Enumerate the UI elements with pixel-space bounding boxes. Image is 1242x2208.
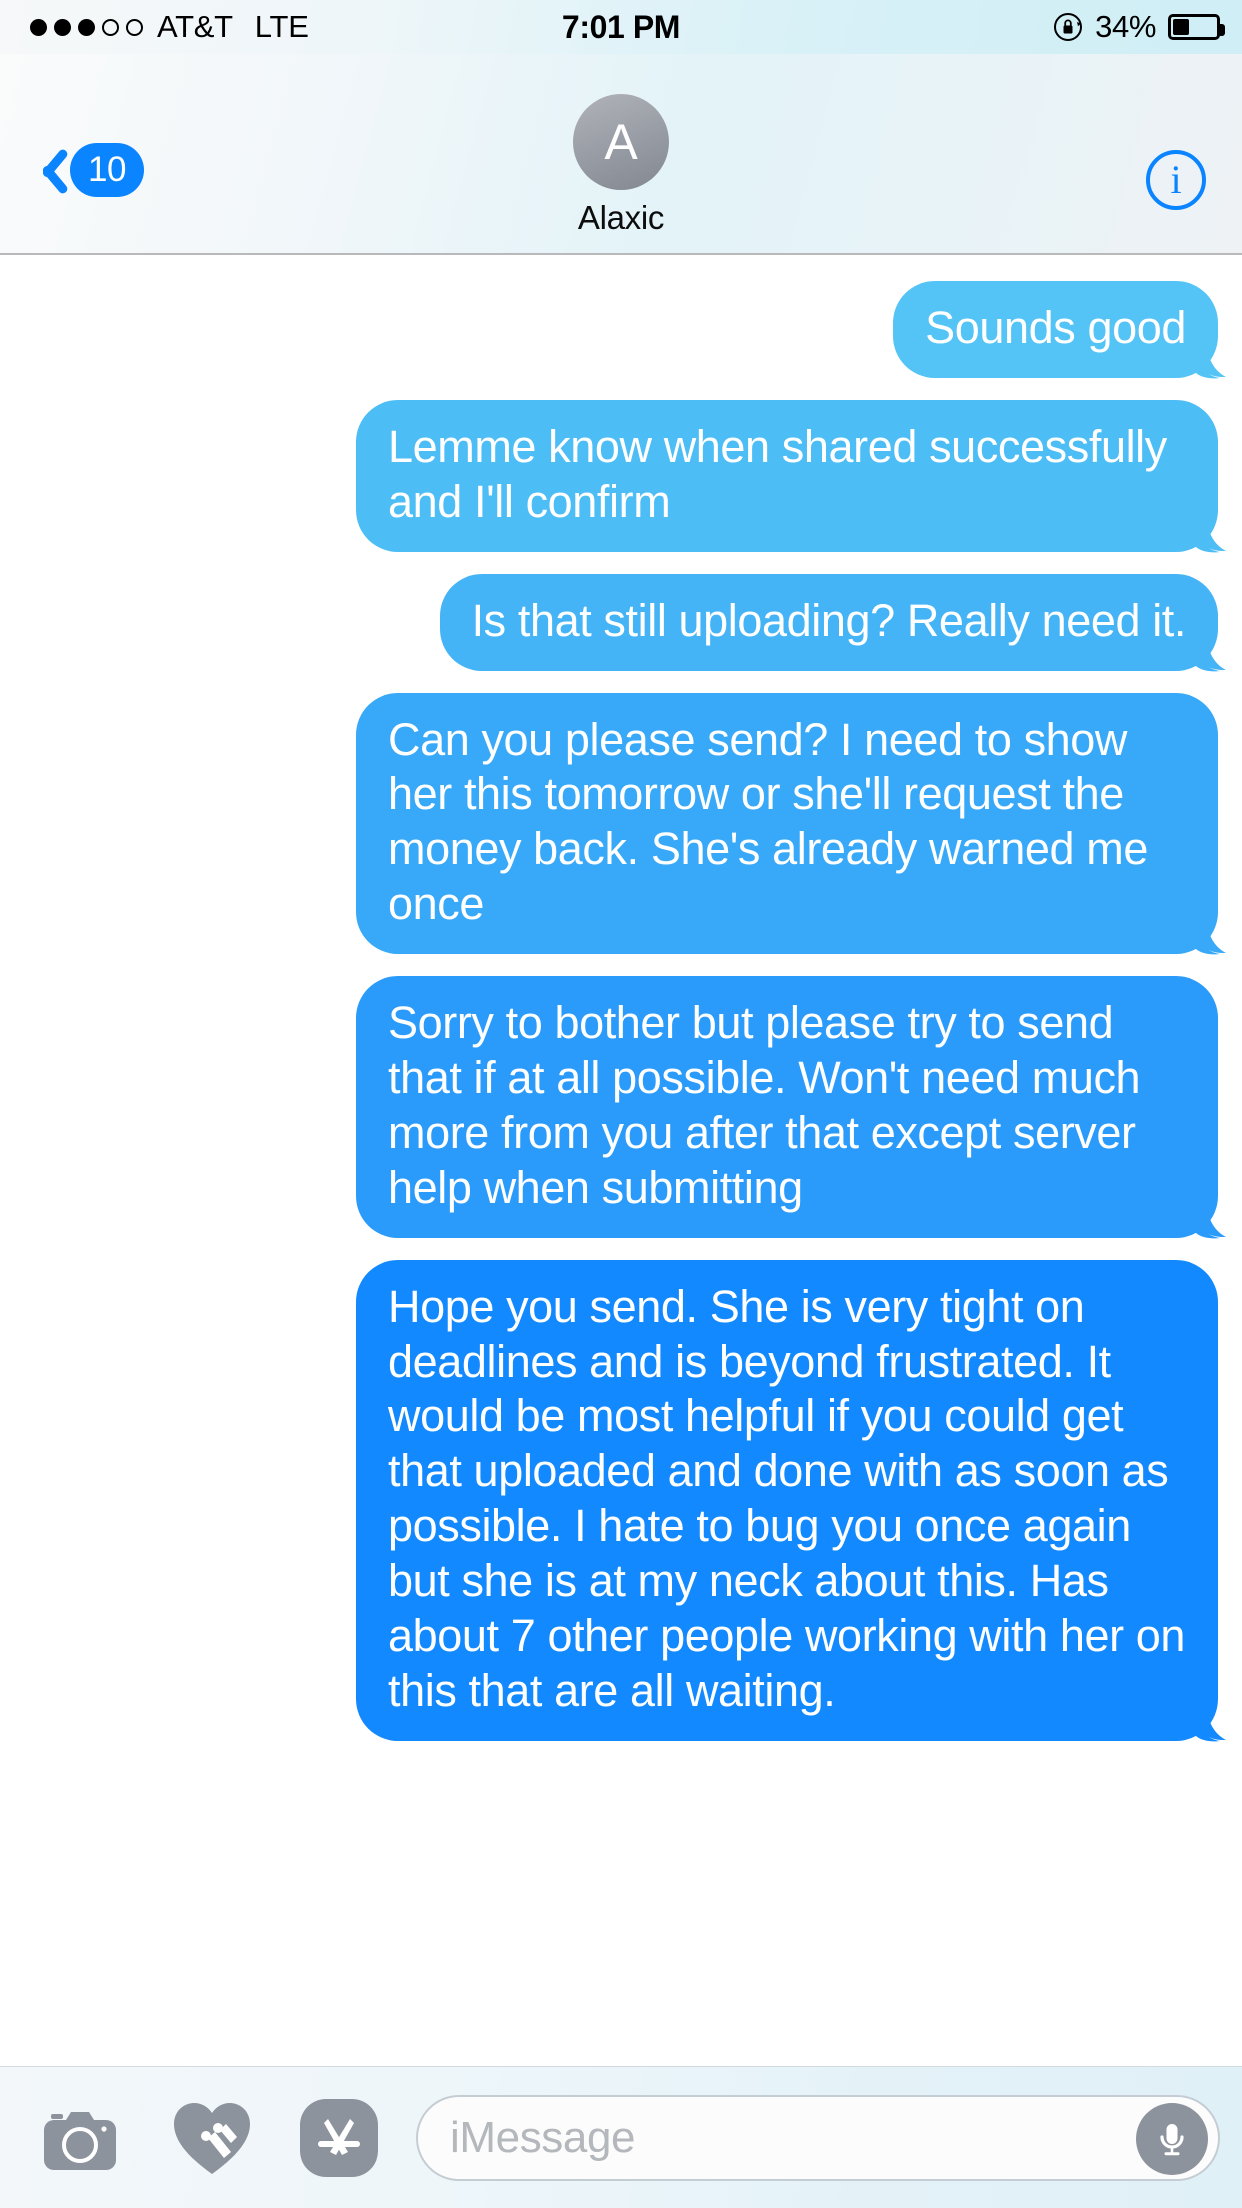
contact-header[interactable]: A Alaxic	[0, 94, 1242, 237]
app-store-icon	[300, 2098, 378, 2177]
message-bubble-outgoing[interactable]: Can you please send? I need to show her …	[356, 692, 1226, 955]
contact-name: Alaxic	[577, 199, 665, 236]
message-row: Lemme know when shared successfully and …	[0, 399, 1242, 553]
bubble-tail	[1192, 629, 1226, 671]
message-compose-toolbar: iMessage	[0, 2066, 1242, 2208]
bubble-tail	[1192, 336, 1226, 379]
bubble-tail	[1192, 510, 1226, 553]
message-bubble-outgoing[interactable]: Hope you send. She is very tight on dead…	[356, 1259, 1226, 1742]
battery-cap	[1220, 24, 1225, 36]
info-button[interactable]: i	[1146, 150, 1206, 210]
navigation-bar: 10 A Alaxic i	[0, 54, 1242, 255]
imessage-conversation-screen: AT&T LTE 7:01 PM 34% 10 A Alaxic i Sound…	[0, 0, 1242, 2208]
battery-icon	[1168, 14, 1225, 40]
camera-button[interactable]	[0, 2092, 126, 2184]
avatar: A	[573, 94, 669, 190]
message-bubble-outgoing[interactable]: Is that still uploading? Really need it.	[439, 573, 1226, 671]
message-row: Sorry to bother but please try to send t…	[0, 976, 1242, 1239]
message-row: Hope you send. She is very tight on dead…	[0, 1259, 1242, 1742]
digital-touch-button[interactable]	[126, 2094, 256, 2182]
message-bubble-outgoing[interactable]: Sounds good	[893, 281, 1226, 379]
bubble-tail	[1192, 913, 1226, 955]
message-row: Can you please send? I need to show her …	[0, 692, 1242, 955]
microphone-button[interactable]	[1136, 2102, 1208, 2175]
status-bar: AT&T LTE 7:01 PM 34%	[0, 0, 1242, 54]
message-bubble-outgoing[interactable]: Sorry to bother but please try to send t…	[356, 976, 1226, 1239]
status-bar-right: 34%	[1053, 9, 1225, 45]
message-input-placeholder: iMessage	[450, 2112, 636, 2162]
message-input[interactable]: iMessage	[416, 2094, 1220, 2181]
microphone-icon	[1160, 2123, 1184, 2155]
battery-percentage: 34%	[1095, 9, 1156, 44]
message-row: Sounds good	[0, 281, 1242, 379]
info-icon: i	[1170, 157, 1182, 202]
message-row: Is that still uploading? Really need it.	[0, 573, 1242, 671]
digital-touch-heart-icon	[174, 2102, 250, 2174]
bubble-tail	[1192, 1196, 1226, 1239]
battery-fill	[1173, 19, 1189, 35]
camera-icon	[44, 2111, 116, 2170]
message-thread[interactable]: Sounds good Lemme know when shared succes…	[0, 257, 1242, 2066]
app-store-button[interactable]	[256, 2097, 380, 2179]
bubble-tail	[1192, 1699, 1226, 1742]
message-bubble-outgoing[interactable]: Lemme know when shared successfully and …	[356, 399, 1226, 553]
rotation-lock-icon	[1054, 13, 1083, 41]
